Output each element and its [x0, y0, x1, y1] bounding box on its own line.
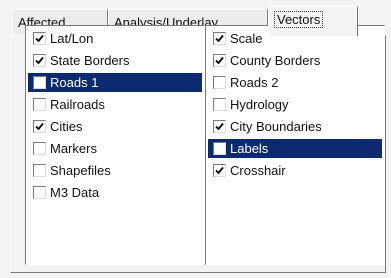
checkbox-crosshair[interactable] — [213, 164, 226, 177]
checkmark-icon — [215, 34, 224, 43]
list-item-shapefiles[interactable]: Shapefiles — [28, 161, 202, 180]
list-item-label: Crosshair — [230, 163, 286, 178]
checkbox-scale[interactable] — [213, 32, 226, 45]
checkmark-icon — [35, 56, 44, 65]
list-item-label: Cities — [50, 119, 83, 134]
list-item-hydrology[interactable]: Hydrology — [208, 95, 382, 114]
checkbox-hydrology[interactable] — [213, 98, 226, 111]
checkbox-county-borders[interactable] — [213, 54, 226, 67]
list-item-labels[interactable]: Labels — [208, 139, 382, 158]
checkbox-city-boundaries[interactable] — [213, 120, 226, 133]
list-item-railroads[interactable]: Railroads — [28, 95, 202, 114]
list-item-label: Railroads — [50, 97, 105, 112]
list-item-label: City Boundaries — [230, 119, 322, 134]
checkmark-icon — [215, 122, 224, 131]
list-item-roads-1[interactable]: Roads 1 — [28, 73, 202, 92]
list-item-label: Roads 1 — [50, 75, 99, 90]
checkbox-state-borders[interactable] — [33, 54, 46, 67]
checkbox-railroads[interactable] — [33, 98, 46, 111]
list-item-label: Labels — [230, 141, 269, 156]
list-item-label: State Borders — [50, 53, 130, 68]
checkmark-icon — [35, 122, 44, 131]
vector-layer-list-right[interactable]: Scale County Borders Roads 2 Hydrology City … — [205, 25, 385, 265]
list-item-label: Scale — [230, 31, 263, 46]
checkbox-cities[interactable] — [33, 120, 46, 133]
list-item-state-borders[interactable]: State Borders — [28, 51, 202, 70]
list-item-label: Roads 2 — [230, 75, 279, 90]
vector-layer-list-left[interactable]: Lat/Lon State Borders Roads 1 Railroads Citi… — [25, 25, 205, 265]
list-item-label: Markers — [50, 141, 97, 156]
checkbox-markers[interactable] — [33, 142, 46, 155]
checkbox-m3-data[interactable] — [33, 186, 46, 199]
checkbox-roads-2[interactable] — [213, 76, 226, 89]
list-item-lat-lon[interactable]: Lat/Lon — [28, 29, 202, 48]
checkbox-lat-lon[interactable] — [33, 32, 46, 45]
list-item-label: M3 Data — [50, 185, 100, 200]
list-item-label: Shapefiles — [50, 163, 111, 178]
list-item-m3-data[interactable]: M3 Data — [28, 183, 202, 202]
checkbox-labels[interactable] — [213, 142, 226, 155]
list-item-city-boundaries[interactable]: City Boundaries — [208, 117, 382, 136]
list-item-county-borders[interactable]: County Borders — [208, 51, 382, 70]
tab-vectors-label: Vectors — [274, 11, 324, 28]
list-item-markers[interactable]: Markers — [28, 139, 202, 158]
list-item-cities[interactable]: Cities — [28, 117, 202, 136]
list-item-label: County Borders — [230, 53, 321, 68]
list-item-roads-2[interactable]: Roads 2 — [208, 73, 382, 92]
list-item-crosshair[interactable]: Crosshair — [208, 161, 382, 180]
checkbox-roads-1[interactable] — [33, 76, 46, 89]
checkmark-icon — [215, 166, 224, 175]
checkmark-icon — [35, 34, 44, 43]
checkmark-icon — [215, 56, 224, 65]
list-item-label: Hydrology — [230, 97, 289, 112]
checkbox-shapefiles[interactable] — [33, 164, 46, 177]
list-item-label: Lat/Lon — [50, 31, 94, 46]
tab-vectors[interactable]: Vectors — [268, 6, 358, 36]
